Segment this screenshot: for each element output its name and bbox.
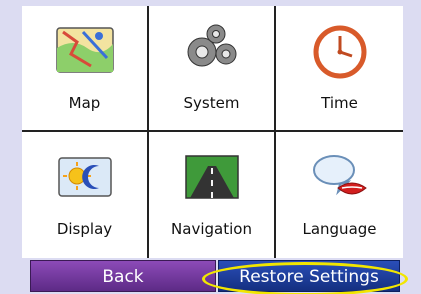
map-tile[interactable]: Map xyxy=(22,6,149,132)
settings-menu-grid: Map System Time Display Navigation Langu… xyxy=(22,6,403,258)
map-label: Map xyxy=(68,94,101,112)
restore-settings-button[interactable]: Restore Settings xyxy=(218,260,400,292)
back-button[interactable]: Back xyxy=(30,260,216,292)
display-label: Display xyxy=(56,220,113,238)
gears-icon xyxy=(187,24,236,67)
language-tile[interactable]: Language xyxy=(276,132,403,258)
map-icon xyxy=(55,27,114,73)
time-tile[interactable]: Time xyxy=(276,6,403,132)
system-tile[interactable]: System xyxy=(149,6,276,132)
bottom-action-bar: Back Restore Settings xyxy=(22,260,403,294)
time-label: Time xyxy=(321,94,358,112)
navigation-label: Navigation xyxy=(171,220,252,238)
display-tile[interactable]: Display xyxy=(22,132,149,258)
system-label: System xyxy=(183,94,240,112)
clock-icon xyxy=(313,25,366,79)
speech-lips-icon xyxy=(312,155,367,196)
language-label: Language xyxy=(302,220,377,238)
settings-screen: Map System Time Display Navigation Langu… xyxy=(0,0,421,294)
sun-moon-icon xyxy=(57,157,112,197)
navigation-tile[interactable]: Navigation xyxy=(149,132,276,258)
road-icon xyxy=(184,155,239,199)
